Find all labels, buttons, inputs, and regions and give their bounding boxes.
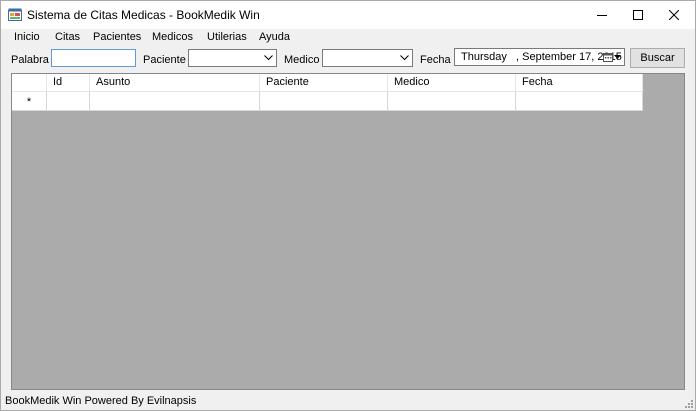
column-header-medico[interactable]: Medico: [388, 74, 516, 92]
main-window: Sistema de Citas Medicas - BookMedik Win…: [0, 0, 696, 411]
citas-datagrid[interactable]: Id Asunto Paciente Medico Fecha *: [11, 73, 685, 390]
close-button[interactable]: [651, 1, 695, 29]
grid-corner-header[interactable]: [12, 74, 47, 92]
paciente-combobox[interactable]: [188, 49, 277, 67]
column-header-asunto[interactable]: Asunto: [90, 74, 260, 92]
column-header-id[interactable]: Id: [47, 74, 90, 92]
column-header-paciente[interactable]: Paciente: [260, 74, 388, 92]
close-icon: [669, 10, 679, 20]
fecha-datepicker[interactable]: Thursday , September 17, 2015: [454, 48, 625, 66]
menu-utilerias[interactable]: Utilerias: [205, 31, 249, 43]
menu-inicio[interactable]: Inicio: [12, 31, 42, 43]
fecha-datepicker-value: Thursday , September 17, 2015: [461, 51, 622, 63]
palabra-label: Palabra: [11, 54, 49, 66]
chevron-down-icon: [400, 55, 409, 61]
grid-header-row: Id Asunto Paciente Medico Fecha: [12, 74, 643, 92]
cell-paciente[interactable]: [260, 92, 388, 111]
cell-asunto[interactable]: [90, 92, 260, 111]
paciente-label: Paciente: [143, 54, 186, 66]
new-row-marker[interactable]: *: [12, 92, 47, 111]
menu-bar: Inicio Citas Pacientes Medicos Utilerias…: [1, 29, 695, 47]
cell-medico[interactable]: [388, 92, 516, 111]
medico-combobox[interactable]: [322, 49, 413, 67]
resize-grip-icon[interactable]: [683, 398, 693, 408]
calendar-icon: [603, 53, 613, 62]
fecha-label: Fecha: [420, 54, 451, 66]
maximize-icon: [633, 10, 643, 20]
minimize-icon: [597, 15, 607, 16]
palabra-input[interactable]: [51, 49, 136, 67]
menu-pacientes[interactable]: Pacientes: [91, 31, 143, 43]
cell-id[interactable]: [47, 92, 90, 111]
menu-citas[interactable]: Citas: [53, 31, 82, 43]
column-header-fecha[interactable]: Fecha: [516, 74, 643, 92]
table-row-new[interactable]: *: [12, 92, 643, 111]
dropdown-arrow-icon: [614, 55, 621, 59]
chevron-down-icon: [264, 55, 273, 61]
status-text: BookMedik Win Powered By Evilnapsis: [5, 395, 197, 407]
status-bar: BookMedik Win Powered By Evilnapsis: [1, 393, 695, 410]
app-window-icon: [8, 8, 22, 21]
cell-fecha[interactable]: [516, 92, 643, 111]
buscar-button[interactable]: Buscar: [630, 48, 685, 68]
title-bar[interactable]: Sistema de Citas Medicas - BookMedik Win: [1, 1, 695, 29]
menu-ayuda[interactable]: Ayuda: [257, 31, 292, 43]
menu-medicos[interactable]: Medicos: [150, 31, 195, 43]
window-title: Sistema de Citas Medicas - BookMedik Win: [27, 8, 260, 22]
medico-label: Medico: [284, 54, 320, 66]
